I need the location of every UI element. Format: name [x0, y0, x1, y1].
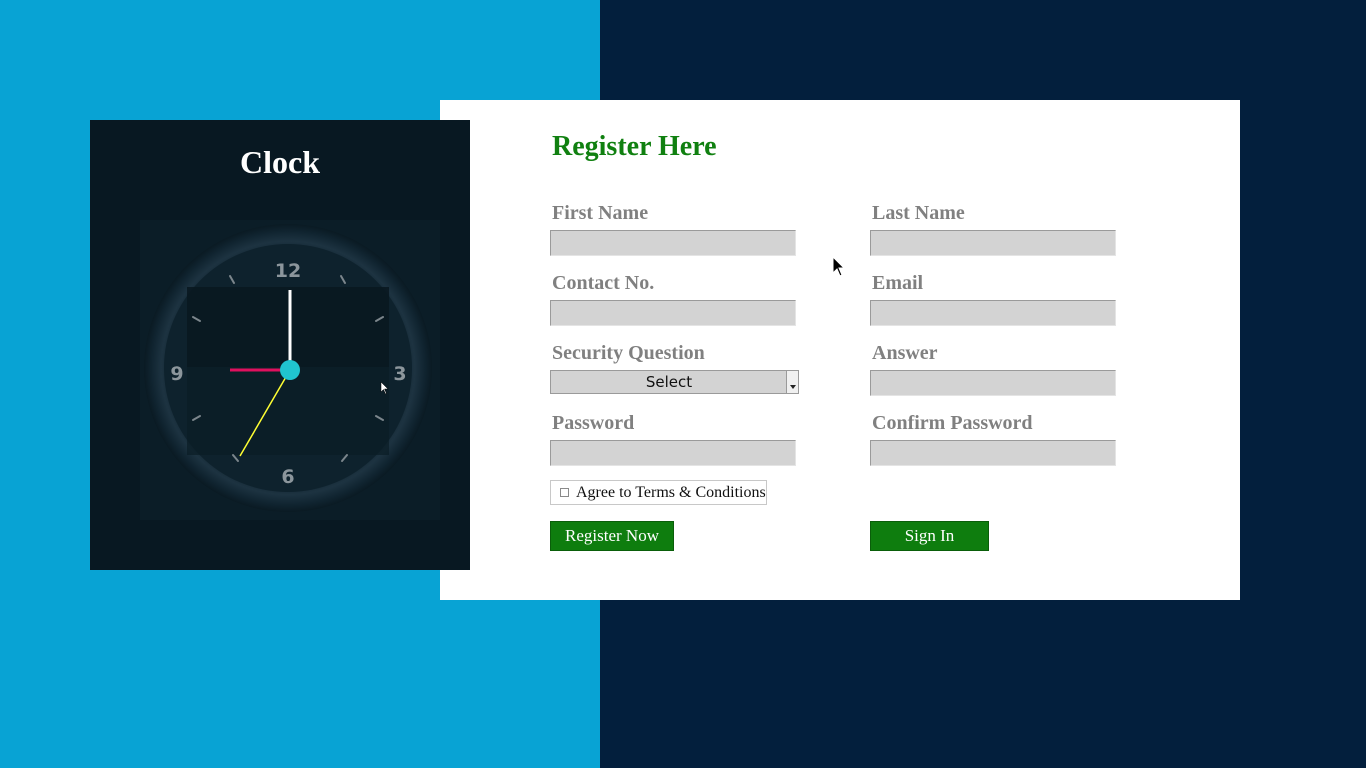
- sign-in-button[interactable]: Sign In: [870, 521, 989, 551]
- numeral-6: 6: [281, 466, 294, 488]
- last-name-input[interactable]: [870, 230, 1116, 256]
- clock-inner-panel-top: [187, 287, 389, 367]
- email-input[interactable]: [870, 300, 1116, 326]
- terms-container: Agree to Terms & Conditions: [550, 480, 767, 505]
- dropdown-arrow-icon[interactable]: [786, 371, 798, 393]
- contact-label: Contact No.: [552, 272, 655, 294]
- clock-title: Clock: [240, 144, 320, 180]
- first-name-input[interactable]: [550, 230, 796, 256]
- password-input[interactable]: [550, 440, 796, 466]
- answer-label: Answer: [872, 342, 938, 364]
- first-name-label: First Name: [552, 202, 649, 224]
- confirm-password-input[interactable]: [870, 440, 1116, 466]
- password-label: Password: [552, 412, 635, 434]
- small-cursor-icon: [380, 381, 389, 395]
- contact-input[interactable]: [550, 300, 796, 326]
- numeral-3: 3: [393, 363, 406, 385]
- terms-checkbox[interactable]: [560, 488, 569, 497]
- register-title: Register Here: [552, 131, 717, 162]
- register-now-button[interactable]: Register Now: [550, 521, 674, 551]
- answer-input[interactable]: [870, 370, 1116, 396]
- terms-label[interactable]: Agree to Terms & Conditions: [576, 481, 766, 504]
- clock-face-svg: 12 3 6 9: [140, 220, 440, 520]
- analog-clock: 12 3 6 9: [140, 220, 440, 520]
- security-question-label: Security Question: [552, 342, 705, 364]
- clock-panel: Clock 12 3 6 9: [90, 120, 470, 570]
- mouse-cursor-icon: [832, 256, 846, 277]
- security-question-select[interactable]: Select: [550, 370, 799, 394]
- last-name-label: Last Name: [872, 202, 965, 224]
- security-question-value: Select: [645, 373, 693, 391]
- numeral-12: 12: [275, 260, 301, 282]
- register-panel: Register Here First Name Last Name Conta…: [440, 100, 1240, 600]
- email-label: Email: [872, 272, 924, 294]
- confirm-password-label: Confirm Password: [872, 412, 1033, 434]
- numeral-9: 9: [170, 363, 183, 385]
- clock-center-dot: [280, 360, 300, 380]
